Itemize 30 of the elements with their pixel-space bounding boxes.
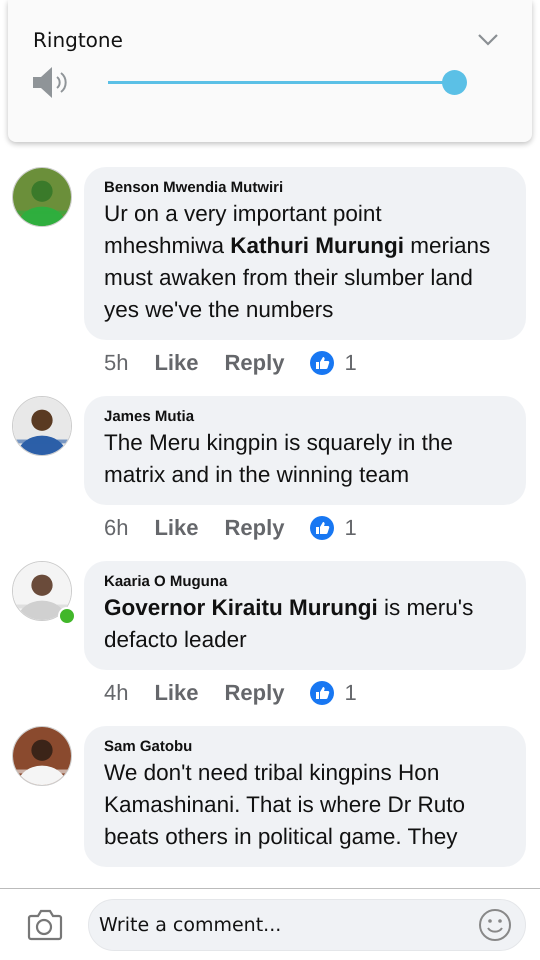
thumbs-up-icon — [310, 681, 334, 705]
reply-button[interactable]: Reply — [224, 680, 284, 706]
camera-icon[interactable] — [27, 908, 63, 940]
comment-author[interactable]: Kaaria O Muguna — [104, 573, 506, 590]
speaker-icon — [33, 66, 68, 99]
reply-button[interactable]: Reply — [224, 350, 284, 376]
comment-time: 4h — [104, 680, 128, 706]
chevron-down-icon[interactable] — [478, 34, 498, 46]
smiley-icon[interactable] — [478, 908, 512, 942]
comment-text: We don't need tribal kingpins Hon Kamashinani. That is where Dr Ruto beats others in political game. They — [104, 759, 466, 851]
comment-time: 5h — [104, 350, 128, 376]
comment-author[interactable]: Benson Mwendia Mutwiri — [104, 179, 506, 196]
like-button[interactable]: Like — [154, 515, 199, 541]
comment-time: 6h — [104, 515, 128, 541]
comment-text: Governor Kiraitu Murungi is meru's defacto leader — [104, 594, 474, 654]
like-button[interactable]: Like — [154, 350, 199, 376]
panel-title: Ringtone — [33, 28, 123, 52]
comment-text: The Meru kingpin is squarely in the matrix and in the winning team — [104, 429, 454, 489]
comment-field[interactable]: Write a comment... — [88, 898, 526, 950]
slider-thumb[interactable] — [442, 70, 467, 95]
comment-author[interactable]: James Mutia — [104, 408, 506, 425]
thumbs-up-icon — [310, 516, 334, 540]
reaction-count: 1 — [344, 350, 357, 376]
comment-author[interactable]: Sam Gatobu — [104, 738, 506, 755]
thumbs-up-icon — [310, 351, 334, 375]
reaction-count: 1 — [344, 680, 357, 706]
comment-text: Ur on a very important point mheshmiwa Kathuri Murungi merians must awaken from their slumber land yes we've the numbers — [104, 200, 492, 324]
reaction-count: 1 — [344, 515, 357, 541]
like-button[interactable]: Like — [154, 680, 199, 706]
reply-button[interactable]: Reply — [224, 515, 284, 541]
